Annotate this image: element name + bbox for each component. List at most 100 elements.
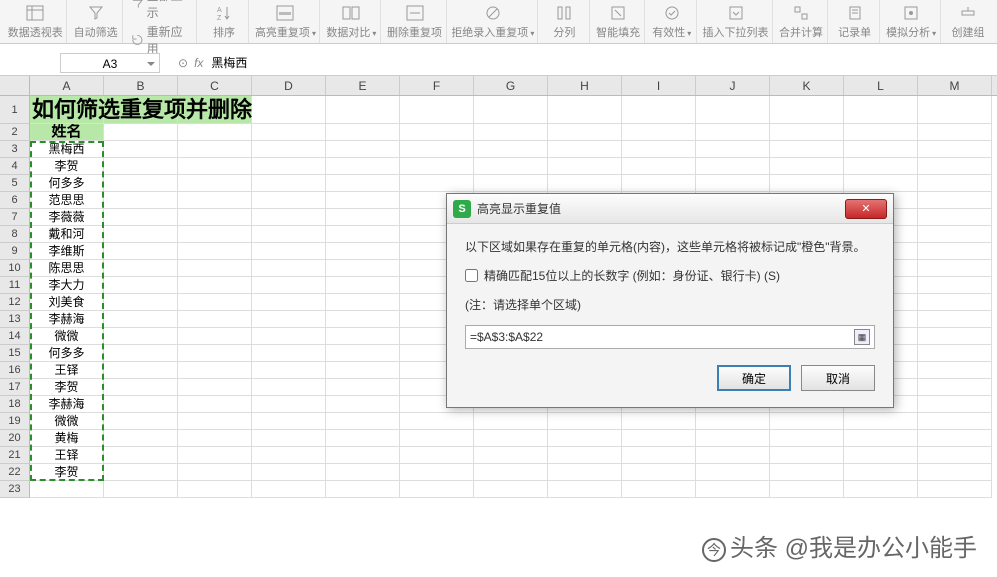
cell[interactable] <box>696 124 770 141</box>
cell[interactable] <box>844 175 918 192</box>
cell[interactable] <box>252 192 326 209</box>
cell[interactable] <box>178 311 252 328</box>
cell[interactable] <box>918 96 992 124</box>
cell[interactable] <box>400 464 474 481</box>
column-header[interactable]: J <box>696 76 770 95</box>
ribbon-record-button[interactable]: 记录单 <box>830 0 880 43</box>
cell[interactable]: 李维斯 <box>30 243 104 260</box>
cell[interactable]: 李贺 <box>30 158 104 175</box>
cell[interactable] <box>400 124 474 141</box>
cell[interactable] <box>918 430 992 447</box>
cell[interactable] <box>474 124 548 141</box>
row-header[interactable]: 1 <box>0 96 30 124</box>
column-header[interactable]: E <box>326 76 400 95</box>
cell[interactable] <box>326 243 400 260</box>
row-header[interactable]: 4 <box>0 158 30 175</box>
cell[interactable] <box>770 96 844 124</box>
range-picker-icon[interactable]: ▦ <box>854 329 870 345</box>
cell[interactable]: 李赫海 <box>30 311 104 328</box>
cell[interactable] <box>696 464 770 481</box>
cell[interactable] <box>326 447 400 464</box>
cell[interactable] <box>918 345 992 362</box>
cell[interactable] <box>178 413 252 430</box>
cell[interactable] <box>844 413 918 430</box>
cell[interactable] <box>474 447 548 464</box>
cell[interactable] <box>918 328 992 345</box>
cell[interactable] <box>178 209 252 226</box>
cell[interactable] <box>622 430 696 447</box>
cell[interactable]: 刘美食 <box>30 294 104 311</box>
row-header[interactable]: 12 <box>0 294 30 311</box>
cell[interactable] <box>474 464 548 481</box>
cell[interactable] <box>844 158 918 175</box>
cell[interactable]: 黄梅 <box>30 430 104 447</box>
cell[interactable] <box>548 481 622 498</box>
cell[interactable] <box>844 447 918 464</box>
cell[interactable] <box>104 158 178 175</box>
cell[interactable] <box>326 345 400 362</box>
cell[interactable] <box>918 192 992 209</box>
cell[interactable] <box>326 277 400 294</box>
cell[interactable]: 黑梅西 <box>30 141 104 158</box>
cell[interactable] <box>326 141 400 158</box>
cell[interactable] <box>918 362 992 379</box>
name-box[interactable]: A3 <box>60 53 160 73</box>
ribbon-reapply-button[interactable]: 重新应用 <box>131 23 191 57</box>
cell[interactable] <box>548 175 622 192</box>
cell[interactable] <box>252 447 326 464</box>
cell[interactable] <box>548 124 622 141</box>
cell[interactable] <box>252 362 326 379</box>
cell[interactable] <box>474 481 548 498</box>
row-header[interactable]: 18 <box>0 396 30 413</box>
cell[interactable] <box>252 430 326 447</box>
cell[interactable] <box>326 379 400 396</box>
cell[interactable] <box>104 294 178 311</box>
cell[interactable] <box>104 175 178 192</box>
cell[interactable] <box>844 96 918 124</box>
cell[interactable] <box>770 464 844 481</box>
cell[interactable] <box>696 175 770 192</box>
cell[interactable] <box>104 192 178 209</box>
cancel-button[interactable]: 取消 <box>801 365 875 391</box>
cell[interactable] <box>918 413 992 430</box>
column-header[interactable]: I <box>622 76 696 95</box>
ribbon-split-button[interactable]: 分列 <box>540 0 590 43</box>
cell[interactable] <box>622 413 696 430</box>
cell[interactable] <box>844 430 918 447</box>
cell[interactable] <box>252 481 326 498</box>
cell[interactable] <box>30 481 104 498</box>
ribbon-validity-button[interactable]: 有效性▾ <box>647 0 697 43</box>
cell[interactable] <box>326 260 400 277</box>
cell[interactable] <box>252 141 326 158</box>
cell[interactable] <box>918 158 992 175</box>
row-header[interactable]: 22 <box>0 464 30 481</box>
cell[interactable] <box>104 430 178 447</box>
cell[interactable] <box>400 175 474 192</box>
cell[interactable] <box>178 481 252 498</box>
cell[interactable] <box>918 141 992 158</box>
ribbon-dropdown-list-button[interactable]: 插入下拉列表 <box>699 0 773 43</box>
cell[interactable] <box>178 124 252 141</box>
row-header[interactable]: 16 <box>0 362 30 379</box>
cell[interactable] <box>252 277 326 294</box>
cell[interactable] <box>548 464 622 481</box>
row-header[interactable]: 17 <box>0 379 30 396</box>
row-header[interactable]: 20 <box>0 430 30 447</box>
cell[interactable] <box>252 243 326 260</box>
cell[interactable] <box>622 175 696 192</box>
cell[interactable] <box>696 481 770 498</box>
cell[interactable] <box>326 294 400 311</box>
cell[interactable] <box>252 260 326 277</box>
cell[interactable] <box>622 481 696 498</box>
cell[interactable] <box>252 209 326 226</box>
cell[interactable] <box>622 141 696 158</box>
close-button[interactable]: ✕ <box>845 199 887 219</box>
cell[interactable] <box>696 96 770 124</box>
cell[interactable] <box>252 396 326 413</box>
cell[interactable] <box>104 277 178 294</box>
cell[interactable] <box>474 96 548 124</box>
cell[interactable] <box>400 481 474 498</box>
row-header[interactable]: 3 <box>0 141 30 158</box>
row-header[interactable]: 19 <box>0 413 30 430</box>
cell[interactable] <box>104 396 178 413</box>
